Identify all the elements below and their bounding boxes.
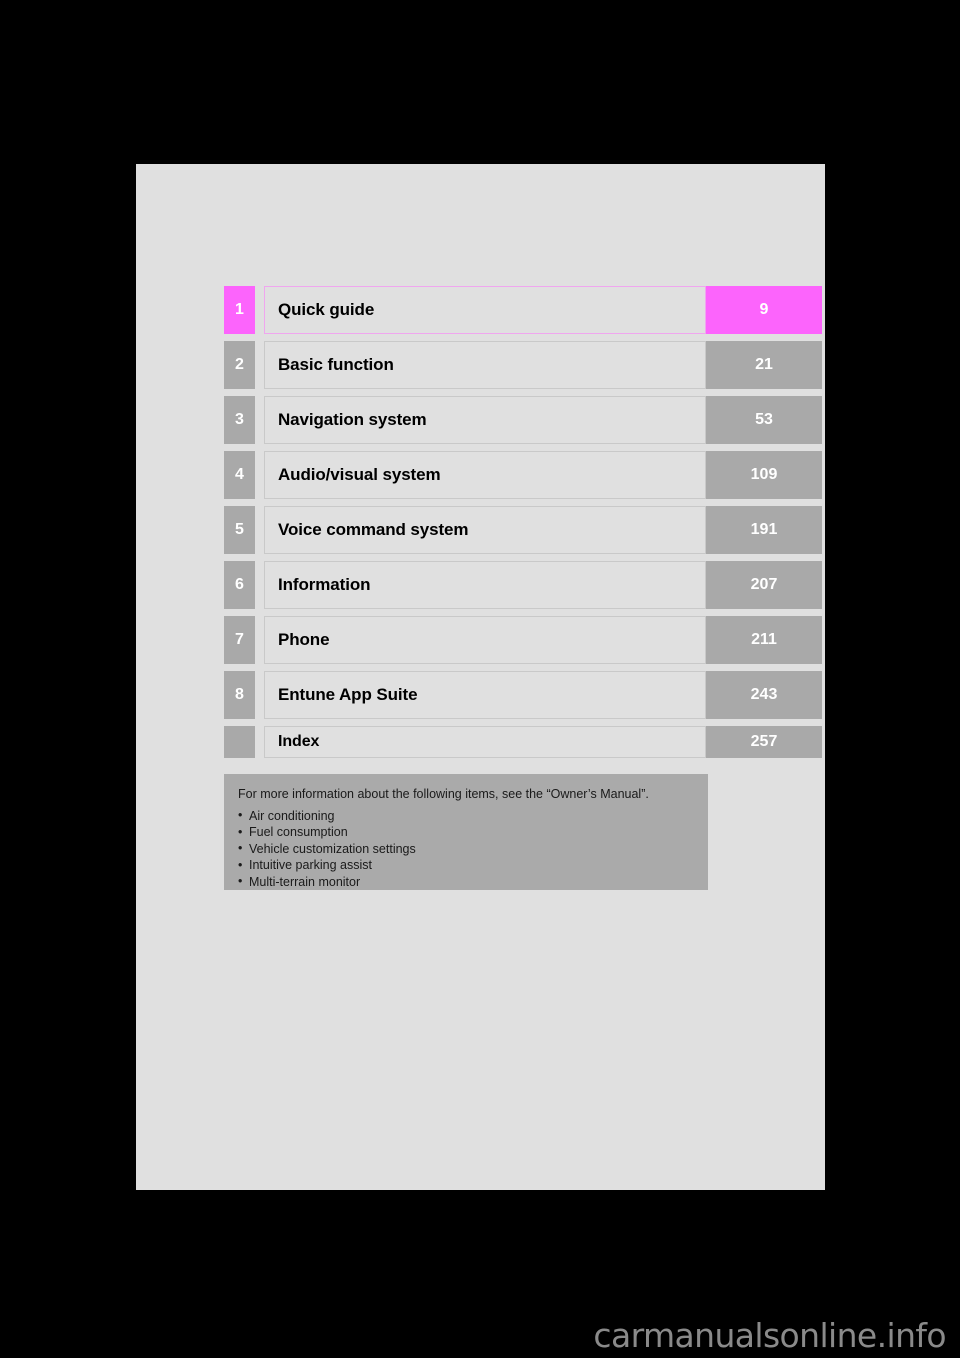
toc-entry-label: Navigation system (278, 410, 427, 429)
notes-lead-text: For more information about the following… (238, 787, 649, 801)
toc-entry-label: Quick guide (278, 300, 375, 319)
toc-row[interactable]: 8 Entune App Suite 243 (224, 671, 822, 719)
toc-row[interactable]: 3 Navigation system 53 (224, 396, 822, 444)
notes-list-item: Vehicle customization settings (238, 840, 694, 858)
toc-row[interactable]: 5 Voice command system 191 (224, 506, 822, 554)
toc-title-bar[interactable]: Navigation system (264, 396, 706, 444)
toc-chip-gap (255, 616, 264, 664)
toc-entry-label: Basic function (278, 355, 394, 374)
toc-row[interactable]: 7 Phone 211 (224, 616, 822, 664)
toc-page-number[interactable]: 191 (706, 506, 822, 554)
toc-entry-label: Information (278, 575, 371, 594)
toc-page-number[interactable]: 109 (706, 451, 822, 499)
toc-page-number[interactable]: 9 (706, 286, 822, 334)
toc-chip-gap (255, 341, 264, 389)
toc-chip-gap (255, 726, 264, 758)
toc-entry-label: Entune App Suite (278, 685, 418, 704)
manual-page-sheet: 1 Quick guide 9 2 Basic function 21 3 Navigatio… (136, 164, 825, 1190)
toc-chip-gap (255, 451, 264, 499)
toc-chapter-number: 7 (224, 616, 255, 664)
toc-chapter-number: 4 (224, 451, 255, 499)
toc-page-number[interactable]: 207 (706, 561, 822, 609)
toc-chapter-number: 2 (224, 341, 255, 389)
toc-chapter-number (224, 726, 255, 758)
toc-entry-label: Audio/visual system (278, 465, 441, 484)
toc-entry-label: Voice command system (278, 520, 469, 539)
toc-title-bar[interactable]: Basic function (264, 341, 706, 389)
toc-chapter-number: 5 (224, 506, 255, 554)
site-watermark: carmanualsonline.info (593, 1316, 946, 1355)
toc-entry-label: Index (278, 733, 320, 750)
toc-row[interactable]: 4 Audio/visual system 109 (224, 451, 822, 499)
toc-page-number[interactable]: 243 (706, 671, 822, 719)
toc-chip-gap (255, 561, 264, 609)
toc-title-bar[interactable]: Index (264, 726, 706, 758)
notes-list-item: Air conditioning (238, 807, 694, 825)
toc-title-bar[interactable]: Information (264, 561, 706, 609)
table-of-contents: 1 Quick guide 9 2 Basic function 21 3 Navigatio… (224, 286, 822, 758)
toc-row[interactable]: 1 Quick guide 9 (224, 286, 822, 334)
toc-title-bar[interactable]: Audio/visual system (264, 451, 706, 499)
toc-chip-gap (255, 286, 264, 334)
toc-row[interactable]: Index 257 (224, 726, 822, 758)
notes-list-item: Fuel consumption (238, 824, 694, 841)
toc-chip-gap (255, 671, 264, 719)
toc-page-number[interactable]: 53 (706, 396, 822, 444)
toc-title-bar[interactable]: Phone (264, 616, 706, 664)
toc-page-number[interactable]: 21 (706, 341, 822, 389)
toc-row[interactable]: 6 Information 207 (224, 561, 822, 609)
toc-entry-label: Phone (278, 630, 330, 649)
toc-page-number[interactable]: 211 (706, 616, 822, 664)
toc-title-bar[interactable]: Entune App Suite (264, 671, 706, 719)
toc-chapter-number: 6 (224, 561, 255, 609)
toc-chip-gap (255, 396, 264, 444)
toc-chapter-number: 8 (224, 671, 255, 719)
toc-title-bar[interactable]: Voice command system (264, 506, 706, 554)
toc-chapter-number: 1 (224, 286, 255, 334)
notes-list-item: Multi-terrain monitor (238, 873, 694, 891)
toc-row[interactable]: 2 Basic function 21 (224, 341, 822, 389)
toc-chapter-number: 3 (224, 396, 255, 444)
toc-chip-gap (255, 506, 264, 554)
toc-page-number[interactable]: 257 (706, 726, 822, 758)
notes-box: For more information about the following… (224, 774, 708, 890)
notes-item-list: Air conditioningFuel consumptionVehicle … (238, 807, 694, 891)
toc-title-bar[interactable]: Quick guide (264, 286, 706, 334)
screenshot-canvas: 1 Quick guide 9 2 Basic function 21 3 Navigatio… (0, 0, 960, 1358)
notes-list-item: Intuitive parking assist (238, 857, 694, 874)
